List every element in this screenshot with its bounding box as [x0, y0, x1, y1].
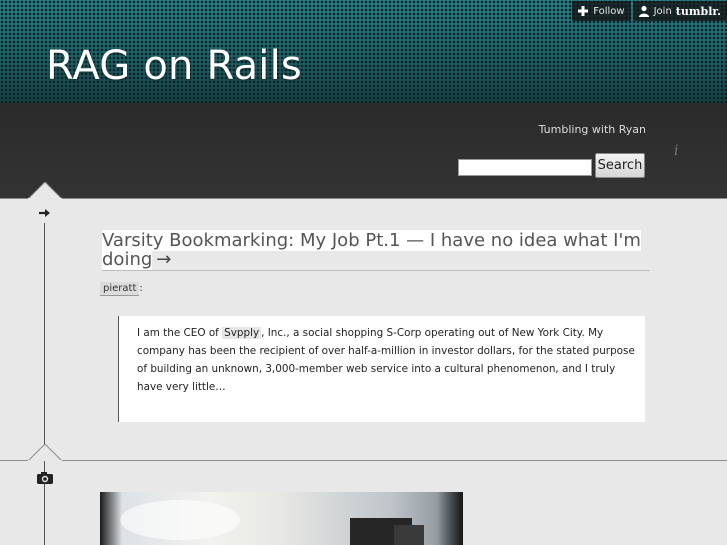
tumblr-logo: tumblr.	[675, 4, 721, 18]
description-bar: Tumbling with Ryan Search i	[0, 103, 727, 199]
photo-edge-left	[100, 492, 122, 545]
search-input[interactable]	[458, 159, 592, 176]
attribution-link[interactable]: pieratt	[100, 282, 140, 296]
info-icon[interactable]: i	[674, 143, 678, 159]
attribution-colon: :	[139, 283, 143, 294]
join-tumblr-button[interactable]: Join tumblr.	[632, 1, 727, 21]
post-photo[interactable]	[100, 492, 463, 545]
post-title-arrow[interactable]: →	[156, 249, 171, 270]
tumblr-controls: Follow Join tumblr.	[572, 0, 727, 22]
user-icon	[638, 5, 649, 17]
search-button[interactable]: Search	[595, 153, 645, 178]
timeline-notch	[28, 182, 62, 199]
site-title[interactable]: RAG on Rails	[46, 42, 302, 90]
camera-icon	[34, 470, 56, 486]
post-title[interactable]: Varsity Bookmarking: My Job Pt.1 — I hav…	[102, 230, 650, 271]
photo-cloud	[120, 500, 240, 540]
post-attribution: pieratt:	[100, 282, 143, 296]
photo-edge-right	[437, 492, 463, 545]
site-header: RAG on Rails Follow Join tumblr.	[0, 0, 727, 103]
tagline: Tumbling with Ryan	[538, 123, 646, 136]
timeline-line	[44, 223, 45, 545]
follow-button[interactable]: Follow	[572, 1, 631, 21]
post-divider	[0, 460, 727, 461]
arrow-right-icon	[34, 205, 56, 221]
photo-building-secondary	[394, 525, 424, 545]
follow-label: Follow	[593, 5, 625, 17]
plus-icon	[578, 6, 589, 16]
quote-link-svpply[interactable]: Svpply	[222, 327, 262, 339]
join-label: Join	[653, 5, 672, 17]
post-title-text[interactable]: Varsity Bookmarking: My Job Pt.1 — I hav…	[102, 230, 641, 270]
post-quote: I am the CEO of Svpply, Inc., a social s…	[118, 316, 645, 422]
timeline-notch	[28, 444, 62, 461]
quote-text-start: I am the CEO of	[137, 327, 223, 339]
